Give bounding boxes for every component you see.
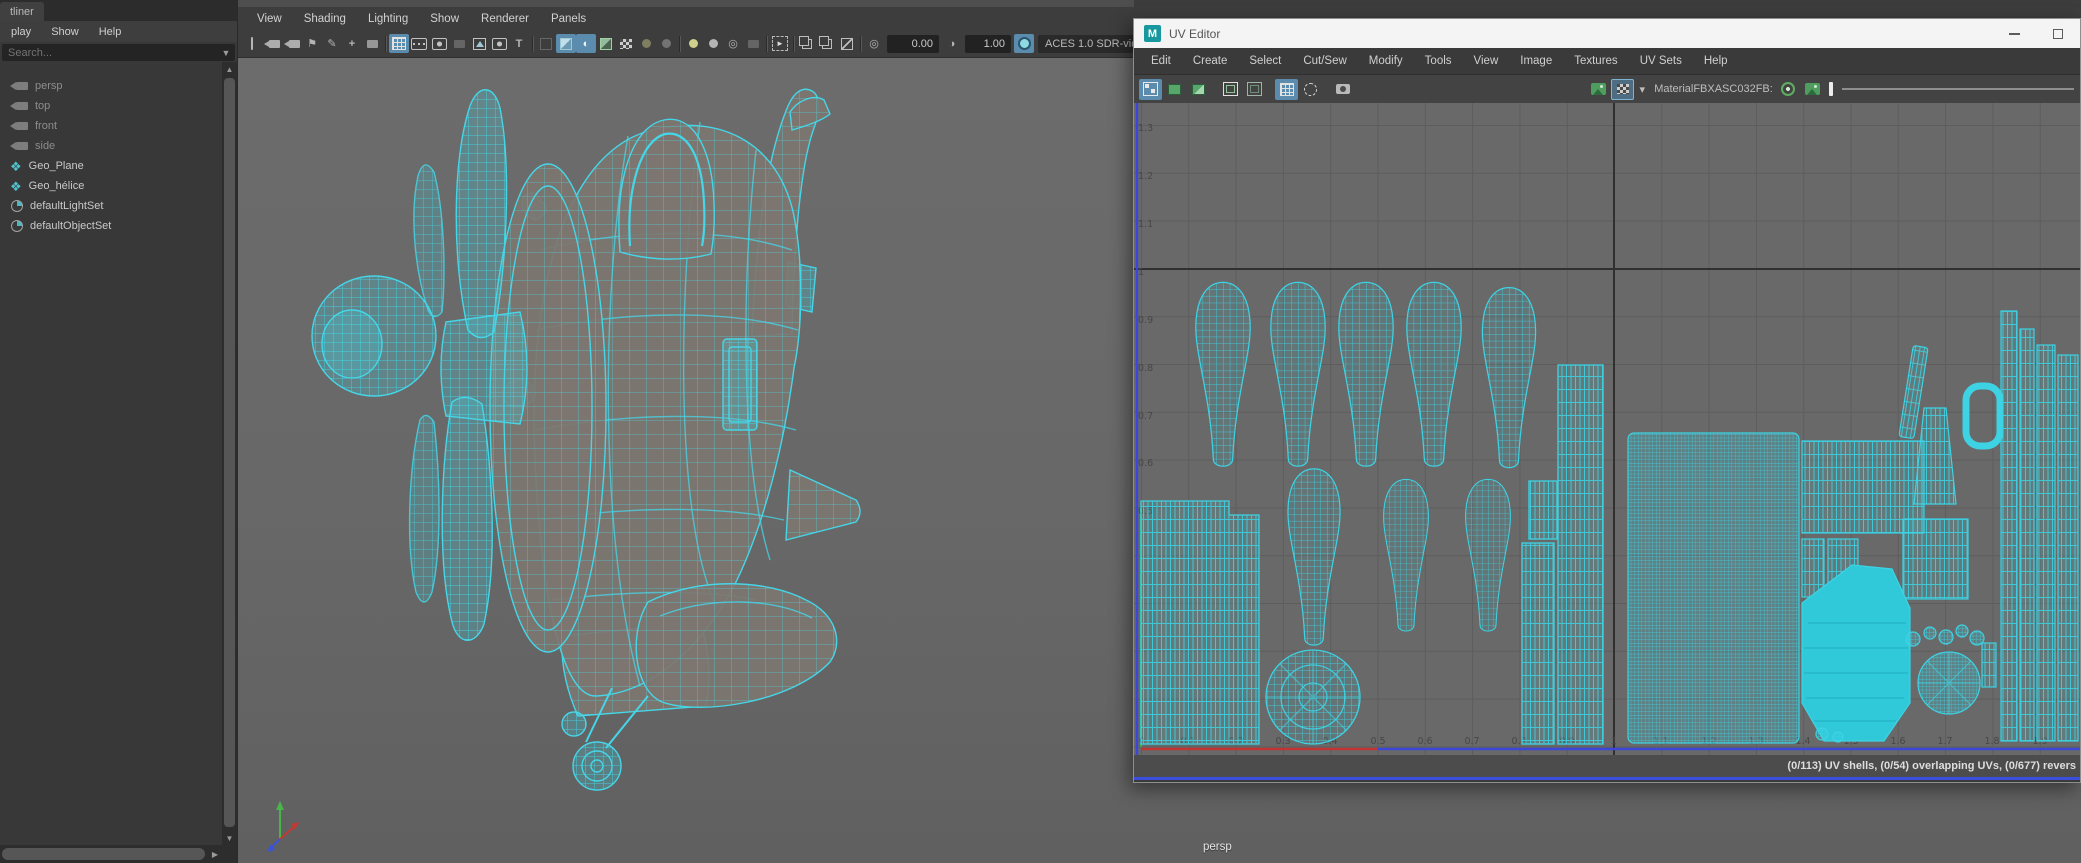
- svg-text:1.1: 1.1: [1138, 219, 1153, 230]
- viewport-camera-label: persp: [1203, 841, 1232, 853]
- image-range-icon[interactable]: [1801, 79, 1824, 100]
- texture-borders-icon[interactable]: [1219, 79, 1242, 100]
- uv-editor-statusbar: (0/113) UV shells, (0/54) overlapping UV…: [1134, 755, 2080, 777]
- uv-panel-border-bottom: [1134, 777, 2080, 780]
- uv-editor-toolbar: ▾ MaterialFBXASC032FB:: [1134, 75, 2080, 103]
- maximize-icon: [2053, 29, 2063, 39]
- svg-text:0.6: 0.6: [1417, 736, 1432, 747]
- uv-menu-edit[interactable]: Edit: [1140, 55, 1182, 67]
- uv-snapshot-icon[interactable]: [1331, 79, 1354, 100]
- svg-text:1: 1: [1611, 736, 1617, 747]
- svg-text:1.7: 1.7: [1937, 736, 1952, 747]
- svg-text:1.2: 1.2: [1138, 171, 1153, 182]
- maya-application: tliner play Show Help ▼ persp top front …: [0, 0, 2081, 863]
- uv-grid-toggle-icon[interactable]: [1275, 79, 1298, 100]
- svg-text:0.8: 0.8: [1138, 363, 1153, 374]
- minimize-button[interactable]: [1992, 19, 2036, 48]
- uv-menu-help[interactable]: Help: [1693, 55, 1739, 67]
- uv-editor-menubar: Edit Create Select Cut/Sew Modify Tools …: [1134, 48, 2080, 75]
- svg-text:0.9: 0.9: [1138, 315, 1153, 326]
- pixel-snap-icon[interactable]: [1299, 79, 1322, 100]
- svg-text:0.7: 0.7: [1138, 411, 1153, 422]
- uv-menu-select[interactable]: Select: [1238, 55, 1292, 67]
- svg-text:0.5: 0.5: [1370, 736, 1385, 747]
- axis-gizmo: [252, 793, 304, 853]
- svg-text:1: 1: [1138, 267, 1144, 278]
- display-image-icon[interactable]: [1587, 79, 1610, 100]
- uv-distortion-icon[interactable]: [1187, 79, 1210, 100]
- uv-menu-textures[interactable]: Textures: [1563, 55, 1628, 67]
- uv-menu-uvsets[interactable]: UV Sets: [1629, 55, 1693, 67]
- chevron-down-icon[interactable]: ▾: [1635, 79, 1649, 100]
- svg-text:0.6: 0.6: [1138, 458, 1153, 469]
- uv-editor-canvas[interactable]: 1.3 1.2 1.1 1 0.9 0.8 0.7 0.6 0.5 0 0.1 …: [1134, 103, 2080, 755]
- checker-map-icon[interactable]: [1611, 79, 1634, 100]
- exposure-slider-handle[interactable]: [1825, 79, 1837, 100]
- shell-borders-icon[interactable]: [1243, 79, 1266, 100]
- material-label: MaterialFBXASC032FB:: [1654, 83, 1773, 95]
- uv-editor-window: M UV Editor Edit Create Select Cut/Sew M…: [1133, 18, 2081, 783]
- uv-menu-image[interactable]: Image: [1509, 55, 1563, 67]
- airplane-wireframe[interactable]: [312, 89, 860, 790]
- maximize-button[interactable]: [2036, 19, 2080, 48]
- rgb-channels-icon[interactable]: [1777, 79, 1800, 100]
- uv-editor-titlebar[interactable]: M UV Editor: [1134, 19, 2080, 48]
- minimize-icon: [2009, 33, 2020, 35]
- uv-tile-layout-icon[interactable]: [1139, 79, 1162, 100]
- window-title: UV Editor: [1169, 27, 1220, 41]
- uv-menu-tools[interactable]: Tools: [1414, 55, 1463, 67]
- exposure-slider-track[interactable]: [1842, 88, 2074, 90]
- svg-text:1.8: 1.8: [1984, 736, 1999, 747]
- maya-logo-icon: M: [1144, 25, 1161, 42]
- uv-menu-cutsew[interactable]: Cut/Sew: [1292, 55, 1357, 67]
- svg-text:1.3: 1.3: [1138, 123, 1153, 134]
- svg-text:0.7: 0.7: [1464, 736, 1479, 747]
- uv-shell-stats: (0/113) UV shells, (0/54) overlapping UV…: [1787, 760, 2076, 772]
- svg-text:1.6: 1.6: [1890, 736, 1905, 747]
- uv-shaded-tiles-icon[interactable]: [1163, 79, 1186, 100]
- uv-menu-modify[interactable]: Modify: [1358, 55, 1414, 67]
- uv-menu-create[interactable]: Create: [1182, 55, 1239, 67]
- uv-menu-view[interactable]: View: [1463, 55, 1510, 67]
